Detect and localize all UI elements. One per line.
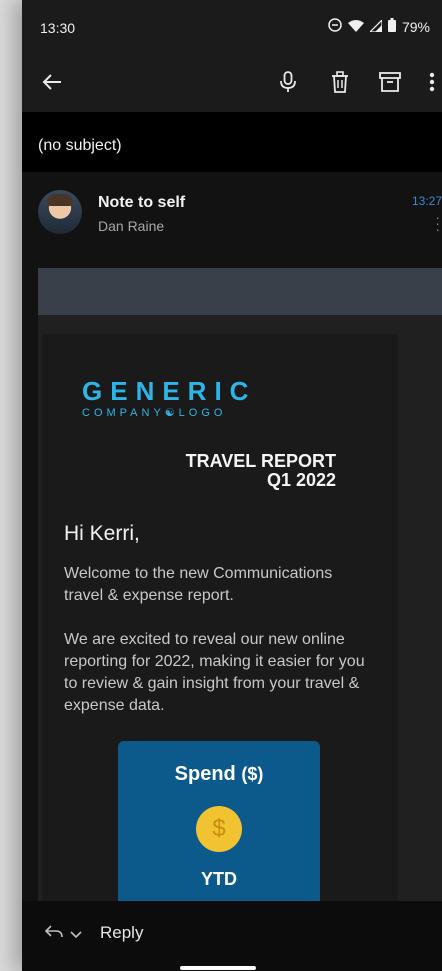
report-title: TRAVEL REPORT [185,451,336,471]
sender-row[interactable]: Note to self Dan Raine 13:27 · · · [22,172,442,256]
spend-title: Spend ($) [118,763,320,786]
chevron-down-icon[interactable] [70,926,82,942]
report-heading: TRAVEL REPORT Q1 2022 [170,452,336,490]
email-time: 13:27 [411,194,442,208]
logo-text-sub: COMPANY☯LOGO [82,407,227,419]
status-icons: 79% [328,17,430,35]
email-subject: (no subject) [38,137,122,154]
spend-card[interactable]: Spend ($) $ YTD [118,741,320,901]
greeting: Hi Kerri, [64,522,140,545]
more-vert-icon[interactable] [422,68,442,96]
dnd-icon [328,18,342,35]
spend-period: YTD [201,869,237,889]
message-more-icon[interactable]: · · · [435,210,440,236]
status-bar: 13:30 79% [22,0,442,56]
report-period: Q1 2022 [266,470,336,490]
gesture-bar[interactable] [180,966,256,970]
mic-icon[interactable] [274,68,302,96]
intro-paragraph: We are excited to reveal our new online … [64,631,365,714]
battery-icon [387,18,396,35]
company-logo: GENERIC COMPANY☯LOGO [82,378,256,419]
trash-icon[interactable] [326,68,354,96]
status-time: 13:30 [40,20,76,36]
signal-icon [368,17,383,35]
logo-text-main: GENERIC [82,376,257,406]
reply-button[interactable]: Reply [100,923,143,943]
spend-unit: ($) [241,764,264,784]
welcome-paragraph: Welcome to the new Communications travel… [64,565,333,604]
spend-label: Spend [174,763,236,785]
archive-icon[interactable] [376,68,404,96]
email-header-band [38,268,442,315]
back-arrow-icon[interactable] [38,68,66,96]
dollar-coin-icon: $ [196,806,242,852]
wifi-icon [347,19,364,35]
coin-symbol: $ [212,815,226,842]
battery-percent: 79% [401,18,430,35]
sender-name: Dan Raine [98,218,165,234]
reply-icon[interactable] [44,923,64,946]
reply-bar[interactable]: Reply [22,901,442,971]
subject-bar: (no subject) [22,112,442,172]
sender-title: Note to self [98,194,186,211]
avatar[interactable] [38,190,82,234]
